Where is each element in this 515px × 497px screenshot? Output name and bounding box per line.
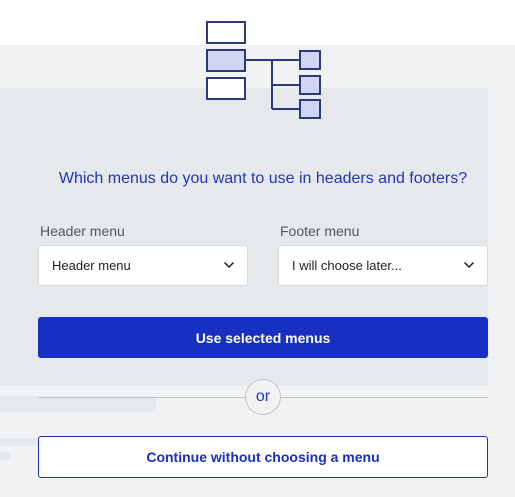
background-placeholder-bar	[0, 396, 156, 412]
footer-menu-label: Footer menu	[280, 223, 360, 239]
menu-tree-icon	[206, 21, 321, 119]
continue-without-menu-button[interactable]: Continue without choosing a menu	[38, 436, 488, 478]
use-selected-menus-button[interactable]: Use selected menus	[38, 317, 488, 358]
footer-menu-value: I will choose later...	[292, 258, 402, 273]
question-heading: Which menus do you want to use in header…	[58, 170, 468, 187]
chevron-down-icon	[463, 261, 475, 269]
header-menu-value: Header menu	[52, 258, 131, 273]
footer-menu-select[interactable]: I will choose later...	[278, 245, 488, 286]
background-placeholder-bar	[0, 452, 10, 460]
header-menu-label: Header menu	[40, 223, 125, 239]
background-placeholder-bar	[0, 438, 38, 446]
header-menu-select[interactable]: Header menu	[38, 245, 248, 286]
or-divider-label: or	[245, 379, 281, 415]
chevron-down-icon	[223, 261, 235, 269]
